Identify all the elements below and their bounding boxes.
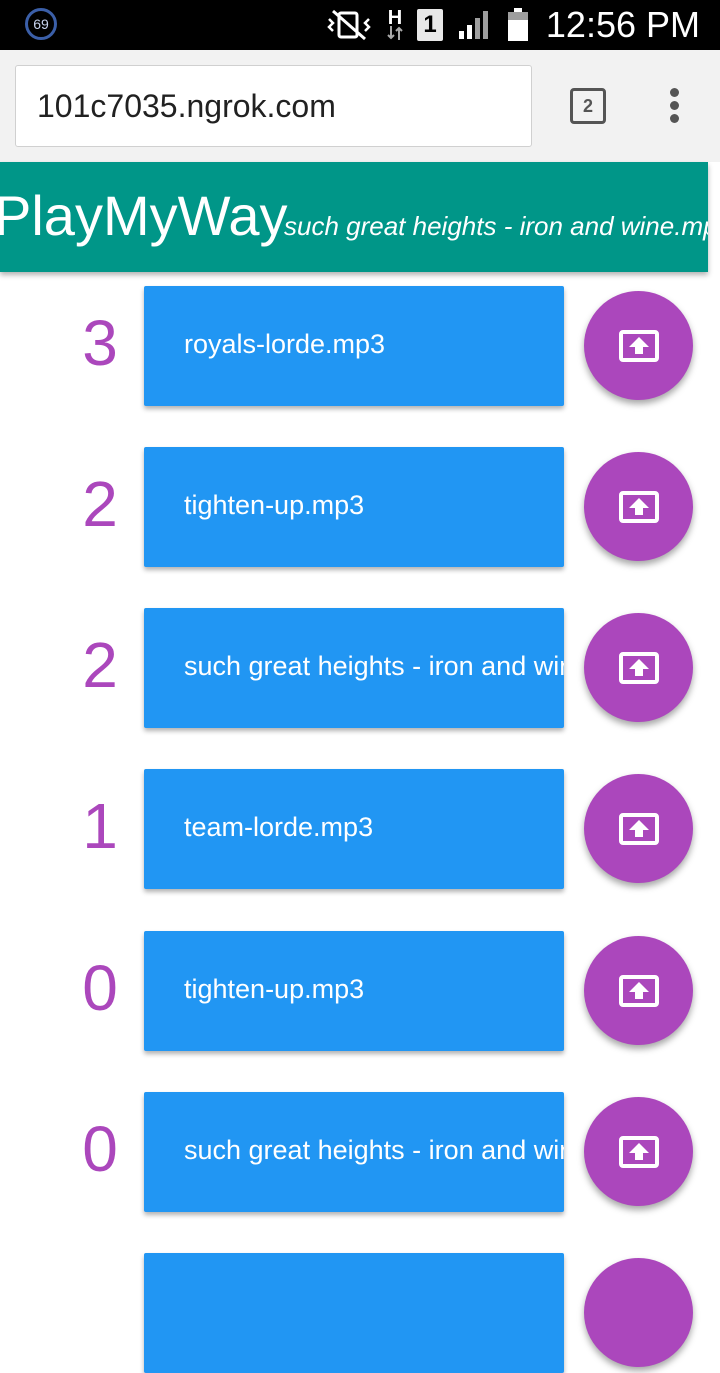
more-vert-icon[interactable] bbox=[668, 88, 680, 126]
notification-badge: 69 bbox=[25, 8, 57, 40]
app-header: PlayMyWay such great heights - iron and … bbox=[0, 162, 708, 272]
app-title: PlayMyWay bbox=[0, 184, 288, 247]
vote-count: 1 bbox=[82, 790, 118, 862]
upvote-button[interactable] bbox=[584, 1258, 693, 1367]
battery-icon bbox=[508, 8, 528, 41]
upvote-button[interactable] bbox=[584, 291, 693, 400]
move-to-top-icon bbox=[618, 651, 659, 684]
clock: 12:56 PM bbox=[545, 4, 700, 45]
upvote-button[interactable] bbox=[584, 936, 693, 1045]
song-row: 0 tighten-up.mp3 bbox=[0, 931, 720, 1051]
song-row: 2 tighten-up.mp3 bbox=[0, 447, 720, 567]
song-card[interactable]: tighten-up.mp3 bbox=[144, 447, 564, 567]
vote-count: 2 bbox=[82, 468, 118, 540]
address-bar[interactable]: 101c7035.ngrok.com bbox=[15, 65, 532, 147]
vote-count: 3 bbox=[82, 307, 118, 379]
upvote-button[interactable] bbox=[584, 452, 693, 561]
vote-count: 0 bbox=[82, 1113, 118, 1185]
song-title: team-lorde.mp3 bbox=[184, 812, 374, 842]
now-playing-text: such great heights - iron and wine.mp3 bbox=[284, 211, 708, 241]
song-card[interactable]: team-lorde.mp3 bbox=[144, 769, 564, 889]
move-to-top-icon bbox=[618, 490, 659, 523]
song-card[interactable]: such great heights - iron and wine.mp3 bbox=[144, 1092, 564, 1212]
song-row bbox=[0, 1253, 720, 1373]
song-row: 3 royals-lorde.mp3 bbox=[0, 286, 720, 406]
song-card[interactable]: tighten-up.mp3 bbox=[144, 931, 564, 1051]
status-bar: 69 H 1 12:56 PM bbox=[0, 0, 720, 50]
song-title: such great heights - iron and wine.mp3 bbox=[184, 651, 564, 681]
song-card[interactable] bbox=[144, 1253, 564, 1373]
song-row: 1 team-lorde.mp3 bbox=[0, 769, 720, 889]
song-card[interactable]: royals-lorde.mp3 bbox=[144, 286, 564, 406]
url-text: 101c7035.ngrok.com bbox=[37, 87, 336, 124]
move-to-top-icon bbox=[618, 812, 659, 845]
vibrate-mute-icon bbox=[327, 9, 371, 41]
song-title: tighten-up.mp3 bbox=[184, 974, 365, 1004]
song-title: tighten-up.mp3 bbox=[184, 490, 365, 520]
move-to-top-icon bbox=[618, 974, 659, 1007]
vote-count: 0 bbox=[82, 952, 118, 1024]
song-title: such great heights - iron and wine.mp3 bbox=[184, 1135, 564, 1165]
move-to-top-icon bbox=[618, 329, 659, 362]
browser-toolbar: 101c7035.ngrok.com 2 bbox=[0, 50, 720, 162]
upvote-button[interactable] bbox=[584, 613, 693, 722]
song-row: 0 such great heights - iron and wine.mp3 bbox=[0, 1092, 720, 1212]
move-to-top-icon bbox=[618, 1135, 659, 1168]
tab-switcher-button[interactable]: 2 bbox=[570, 88, 606, 124]
song-row: 2 such great heights - iron and wine.mp3 bbox=[0, 608, 720, 728]
vote-count: 2 bbox=[82, 629, 118, 701]
sim-slot-icon: 1 bbox=[417, 9, 443, 41]
upvote-button[interactable] bbox=[584, 1097, 693, 1206]
upvote-button[interactable] bbox=[584, 774, 693, 883]
network-type-icon: H bbox=[387, 8, 403, 40]
song-title: royals-lorde.mp3 bbox=[184, 329, 386, 359]
signal-icon bbox=[459, 11, 488, 39]
status-icons: H 1 bbox=[325, 6, 529, 44]
song-card[interactable]: such great heights - iron and wine.mp3 bbox=[144, 608, 564, 728]
